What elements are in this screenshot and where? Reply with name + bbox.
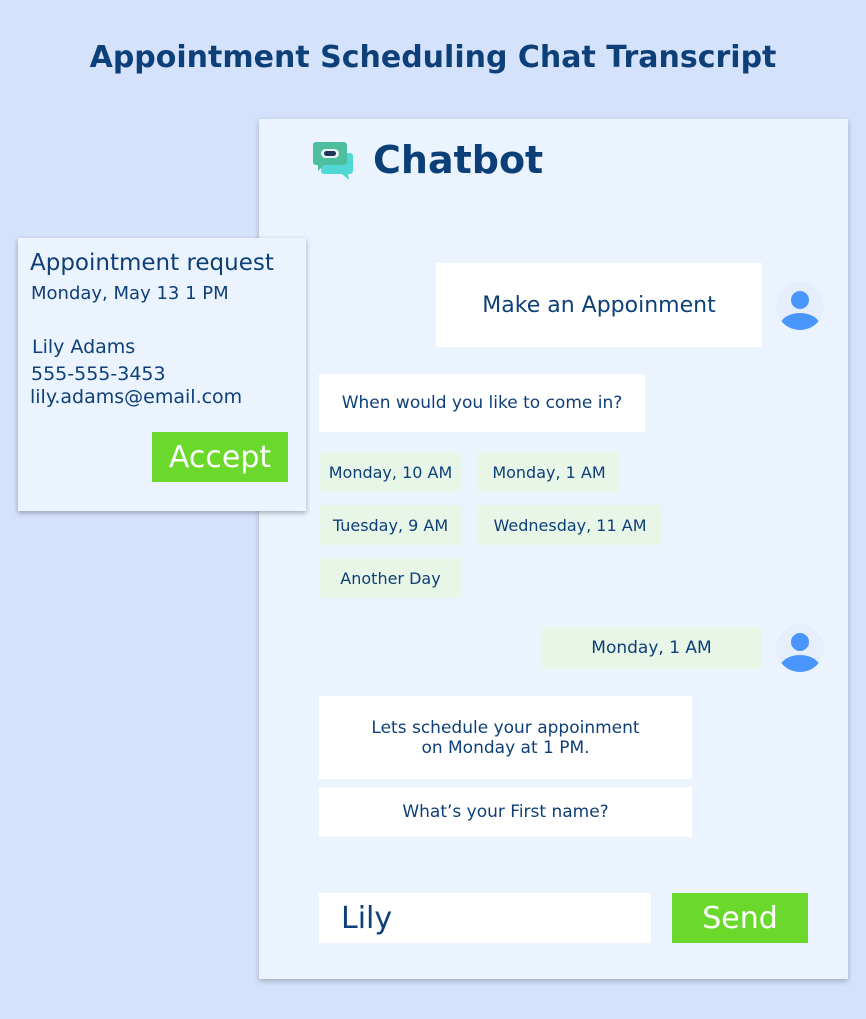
bot-message: What’s your First name? — [319, 787, 692, 837]
option-another-day[interactable]: Another Day — [319, 558, 462, 598]
bot-message-line: Lets schedule your appoinment — [371, 717, 640, 738]
appointment-request-card: Appointment request Monday, May 13 1 PM … — [18, 238, 306, 511]
page-title: Appointment Scheduling Chat Transcript — [89, 40, 777, 75]
client-email: lily.adams@email.com — [30, 386, 243, 408]
bot-message: Lets schedule your appoinment on Monday … — [319, 696, 692, 779]
chatbot-logo-icon — [313, 142, 353, 180]
bot-message-line: on Monday at 1 PM. — [421, 737, 590, 758]
user-message: Make an Appoinment — [436, 263, 762, 347]
bot-message: When would you like to come in? — [319, 374, 645, 432]
chat-window — [259, 119, 848, 979]
user-avatar-icon — [776, 624, 824, 672]
appointment-datetime: Monday, May 13 1 PM — [31, 283, 229, 304]
send-button[interactable]: Send — [672, 893, 808, 943]
card-heading: Appointment request — [30, 250, 274, 276]
option-wednesday-11am[interactable]: Wednesday, 11 AM — [478, 505, 662, 545]
option-monday-1am[interactable]: Monday, 1 AM — [478, 452, 620, 492]
chatbot-title: Chatbot — [373, 138, 544, 182]
accept-button[interactable]: Accept — [152, 432, 288, 482]
user-avatar-icon — [776, 282, 824, 330]
option-monday-10am[interactable]: Monday, 10 AM — [319, 452, 462, 492]
client-phone: 555-555-3453 — [31, 363, 166, 385]
client-name: Lily Adams — [32, 336, 136, 358]
user-message: Monday, 1 AM — [541, 627, 762, 669]
option-tuesday-9am[interactable]: Tuesday, 9 AM — [319, 505, 462, 545]
message-input[interactable] — [319, 893, 651, 943]
